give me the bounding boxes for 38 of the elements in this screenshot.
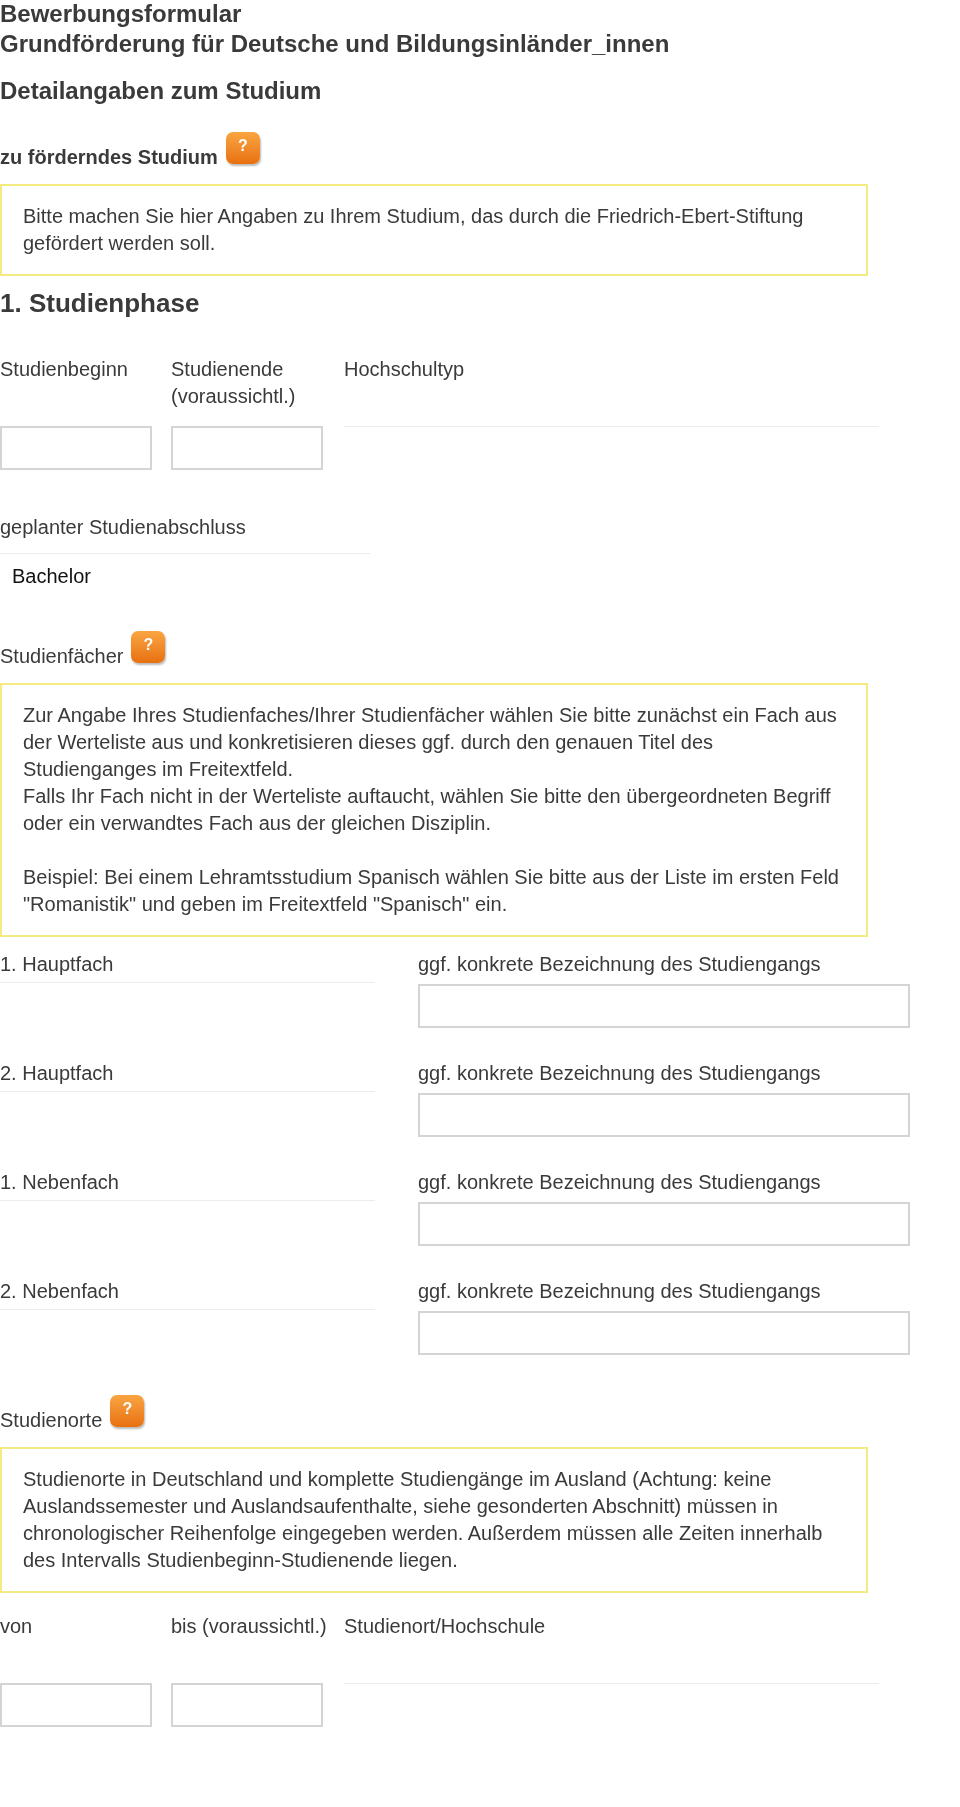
field-label: ggf. konkrete Bezeichnung des Studiengangs [418, 952, 822, 977]
field-label: 1. Hauptfach [0, 952, 115, 977]
date-field[interactable] [171, 426, 323, 470]
date-field[interactable] [0, 426, 152, 470]
section-heading: Studienorte [0, 1408, 103, 1433]
field-label: ggf. konkrete Bezeichnung des Studiengangs [418, 1061, 822, 1086]
help-button[interactable]: ? [225, 132, 260, 164]
text-field[interactable] [418, 1202, 910, 1246]
field-label: Hochschultyp [344, 357, 466, 382]
field-label: 2. Nebenfach [0, 1279, 120, 1304]
field-label: ggf. konkrete Bezeichnung des Studiengangs [418, 1170, 822, 1195]
field-label: ggf. konkrete Bezeichnung des Studiengangs [418, 1279, 822, 1304]
help-button[interactable]: ? [131, 631, 166, 663]
field-label: bis (voraussichtl.) [171, 1614, 328, 1639]
info-text: Zur Angabe Ihres Studienfaches/Ihrer Studienfächer wählen Sie bitte zunächst ein Fach aus der Werteliste aus und konkretisieren dieses ggf. durch den genauen Titel des Studienganges im Freitextfeld. [23, 703, 838, 782]
text-field[interactable] [418, 1311, 910, 1355]
text-field[interactable] [418, 1093, 910, 1137]
help-button[interactable]: ? [110, 1395, 145, 1427]
info-text: Studienorte in Deutschland und komplette Studiengänge im Ausland (Achtung: keine Auslandssemester und Auslandsaufenthalte, siehe gesonderten Abschnitt) müssen in chronologischer Reihenfolge eingegeben werden. Außerdem müssen alle Zeiten innerhalb des Intervalls Studienbeginn-Studienende liegen. [23, 1467, 824, 1573]
field-label: von [0, 1614, 34, 1639]
text-field[interactable] [418, 984, 910, 1028]
date-field[interactable] [0, 1683, 152, 1727]
field-label: Studienort/Hochschule [344, 1614, 547, 1639]
section-heading: Studienfächer [0, 644, 124, 669]
info-text: Falls Ihr Fach nicht in der Werteliste auftaucht, wählen Sie bitte den übergeordneten Begriff oder ein verwandtes Fach aus der gleichen Disziplin. [23, 784, 832, 836]
section-heading: 1. Studienphase [0, 287, 201, 320]
form-title: Bewerbungsformular [0, 0, 243, 28]
info-text: Beispiel: Bei einem Lehramtsstudium Spanisch wählen Sie bitte aus der Liste im ersten Feld "Romanistik" und geben im Freitextfeld "Spanisch" ein. [23, 865, 840, 917]
info-text: Bitte machen Sie hier Angaben zu Ihrem Studium, das durch die Friedrich-Ebert-Stiftung gefördert werden soll. [23, 204, 805, 256]
field-label: Studienende (voraussichtl.) [171, 357, 297, 409]
field-label: 1. Nebenfach [0, 1170, 120, 1195]
date-field[interactable] [171, 1683, 323, 1727]
page-heading: Detailangaben zum Studium [0, 76, 323, 106]
field-label: 2. Hauptfach [0, 1061, 115, 1086]
field-label: geplanter Studienabschluss [0, 515, 247, 540]
field-label: Studienbeginn [0, 357, 129, 382]
form-subtitle: Grundförderung für Deutsche und Bildungsinländer_innen [0, 29, 671, 59]
section-heading: zu förderndes Studium [0, 145, 218, 170]
